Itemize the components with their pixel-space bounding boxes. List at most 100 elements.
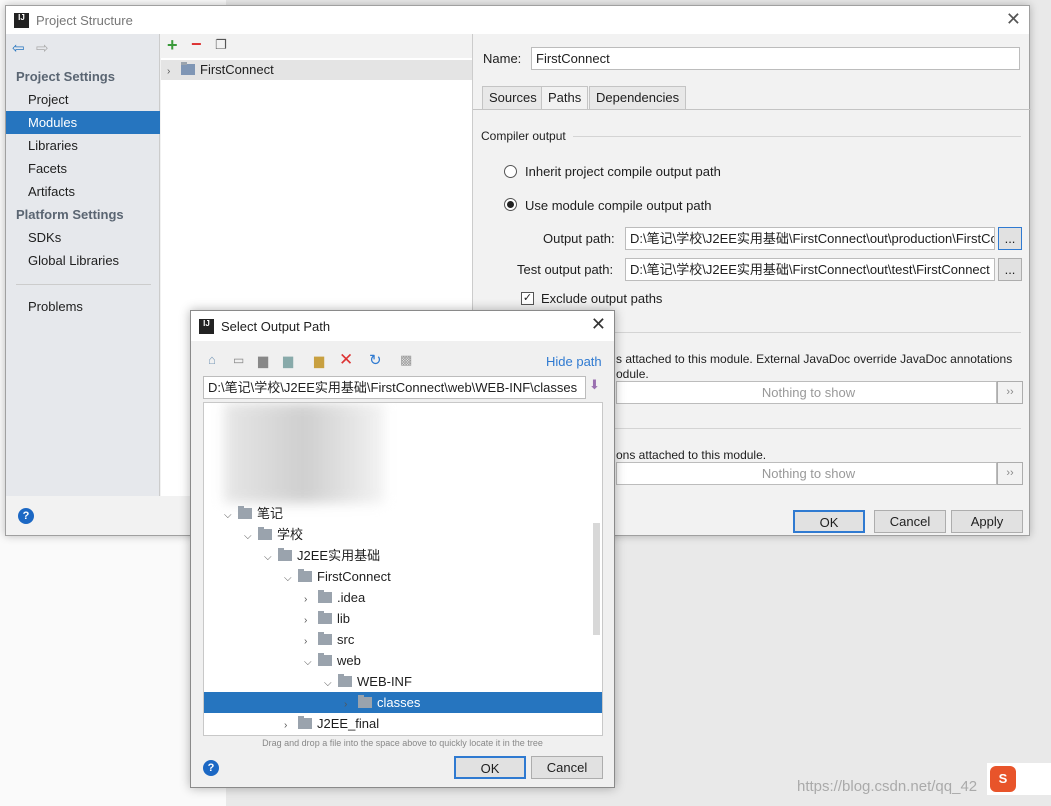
dialog-close-icon[interactable]: ✕	[591, 314, 606, 335]
home-icon[interactable]: ⌂	[208, 352, 216, 367]
annotations-list[interactable]: Nothing to show	[616, 462, 997, 485]
tree-node-label: 笔记	[257, 506, 284, 521]
chevron-right-icon[interactable]: ›	[304, 631, 318, 652]
tree-node-label: J2EE_final	[317, 716, 380, 731]
divider	[16, 284, 151, 285]
output-path-label: Output path:	[543, 231, 615, 246]
output-browse-button[interactable]: ...	[998, 227, 1022, 250]
forward-icon[interactable]: ⇨	[36, 39, 49, 57]
sidebar-item-libraries[interactable]: Libraries	[6, 134, 160, 157]
chevron-down-icon[interactable]: ⌵	[224, 505, 238, 526]
tree-node[interactable]: › lib	[204, 608, 602, 629]
tab-sources[interactable]: Sources	[482, 86, 544, 110]
back-icon[interactable]: ⇦	[12, 39, 25, 57]
module-tree-item[interactable]: › FirstConnect	[161, 60, 472, 80]
desktop-icon[interactable]: ▭	[233, 353, 244, 367]
chevron-down-icon[interactable]: ⌵	[264, 547, 278, 568]
tree-node[interactable]: › classes	[204, 692, 602, 713]
sogou-icon: S	[990, 766, 1016, 792]
dialog-help-icon[interactable]: ?	[203, 760, 219, 776]
tree-scrollbar[interactable]	[593, 523, 600, 635]
project-folder-icon[interactable]: ▆	[258, 353, 268, 369]
tree-node-label: classes	[377, 695, 421, 710]
folder-icon	[358, 695, 372, 708]
tree-node[interactable]: ⌵ 笔记	[204, 503, 602, 524]
annotations-description: ons attached to this module.	[616, 448, 767, 462]
new-folder-icon[interactable]: ▆	[314, 353, 324, 369]
chevron-right-icon[interactable]: ›	[304, 589, 318, 610]
show-hidden-icon[interactable]: ▩	[400, 352, 412, 368]
path-history-icon[interactable]: ⬇	[589, 377, 600, 393]
tree-node[interactable]: › .idea	[204, 587, 602, 608]
tree-node[interactable]: ⌵ 学校	[204, 524, 602, 545]
tab-dependencies[interactable]: Dependencies	[589, 86, 687, 110]
sidebar-item-sdks[interactable]: SDKs	[6, 226, 160, 249]
chevron-down-icon[interactable]: ⌵	[304, 652, 318, 673]
remove-icon[interactable]: −	[191, 34, 202, 55]
delete-icon[interactable]: ✕	[339, 350, 353, 370]
exclude-checkbox[interactable]: ✓	[521, 292, 534, 305]
inherit-radio[interactable]	[504, 165, 517, 178]
refresh-icon[interactable]: ↻	[369, 351, 382, 369]
test-output-input[interactable]: D:\笔记\学校\J2EE实用基础\FirstConnect\out\test\…	[625, 258, 995, 281]
path-input[interactable]: D:\笔记\学校\J2EE实用基础\FirstConnect\web\WEB-I…	[203, 376, 586, 399]
sidebar-item-artifacts[interactable]: Artifacts	[6, 180, 160, 203]
drag-drop-hint: Drag and drop a file into the space abov…	[262, 738, 543, 748]
test-browse-button[interactable]: ...	[998, 258, 1022, 281]
tree-node-label: J2EE实用基础	[297, 548, 381, 563]
sidebar-item-modules[interactable]: Modules	[6, 111, 160, 134]
tree-node-label: 学校	[277, 527, 304, 542]
cancel-button[interactable]: Cancel	[874, 510, 946, 533]
apply-button[interactable]: Apply	[951, 510, 1023, 533]
sidebar-item-facets[interactable]: Facets	[6, 157, 160, 180]
sidebar-item-project[interactable]: Project	[6, 88, 160, 111]
dialog-cancel-button[interactable]: Cancel	[531, 756, 603, 779]
javadoc-list[interactable]: Nothing to show	[616, 381, 997, 404]
dialog-title-bar: IJ Select Output Path	[191, 311, 614, 341]
chevron-down-icon[interactable]: ⌵	[244, 526, 258, 547]
folder-icon	[318, 632, 332, 645]
chevron-right-icon[interactable]: ›	[284, 715, 298, 735]
javadoc-description: s attached to this module. External Java…	[616, 352, 1013, 366]
add-icon[interactable]: +	[167, 35, 178, 56]
tree-node[interactable]: ⌵ WEB-INF	[204, 671, 602, 692]
use-module-label: Use module compile output path	[525, 198, 712, 213]
output-path-input[interactable]: D:\笔记\学校\J2EE实用基础\FirstConnect\out\produ…	[625, 227, 995, 250]
dialog-title: Select Output Path	[221, 318, 331, 334]
module-folder-icon[interactable]: ▆	[283, 353, 293, 369]
chevron-right-icon[interactable]: ›	[344, 694, 358, 715]
dialog-ok-button[interactable]: OK	[454, 756, 526, 779]
annotations-more-button[interactable]: ››	[997, 462, 1023, 485]
sidebar-item-problems[interactable]: Problems	[6, 295, 160, 318]
javadoc-more-button[interactable]: ››	[997, 381, 1023, 404]
chevron-down-icon[interactable]: ⌵	[284, 568, 298, 589]
tree-node[interactable]: ⌵ web	[204, 650, 602, 671]
blurred-region	[224, 403, 384, 503]
folder-icon	[318, 590, 332, 603]
tree-node[interactable]: ⌵ FirstConnect	[204, 566, 602, 587]
tree-node-label: web	[337, 653, 361, 668]
tree-node[interactable]: ⌵ J2EE实用基础	[204, 545, 602, 566]
hide-path-link[interactable]: Hide path	[546, 354, 602, 369]
ok-button[interactable]: OK	[793, 510, 865, 533]
tree-node-label: lib	[337, 611, 351, 626]
folder-icon	[238, 506, 252, 519]
intellij-logo-icon: IJ	[14, 12, 29, 28]
chevron-right-icon[interactable]: ›	[304, 610, 318, 631]
tab-paths[interactable]: Paths	[541, 86, 589, 110]
tree-node[interactable]: › src	[204, 629, 602, 650]
use-module-radio[interactable]	[504, 198, 517, 211]
help-icon[interactable]: ?	[18, 508, 34, 524]
chevron-down-icon[interactable]: ⌵	[324, 673, 338, 694]
name-input[interactable]: FirstConnect	[531, 47, 1020, 70]
copy-icon[interactable]: ❐	[215, 37, 227, 53]
tree-node-label: FirstConnect	[317, 569, 391, 584]
tree-node[interactable]: › J2EE_final	[204, 713, 602, 734]
sidebar-item-global-libraries[interactable]: Global Libraries	[6, 249, 160, 272]
tree-node-label: src	[337, 632, 355, 647]
close-icon[interactable]: ✕	[1006, 9, 1021, 30]
folder-icon	[278, 548, 292, 561]
folder-icon	[338, 674, 352, 687]
ime-indicator[interactable]: S	[987, 763, 1051, 795]
project-settings-header: Project Settings	[16, 69, 115, 84]
